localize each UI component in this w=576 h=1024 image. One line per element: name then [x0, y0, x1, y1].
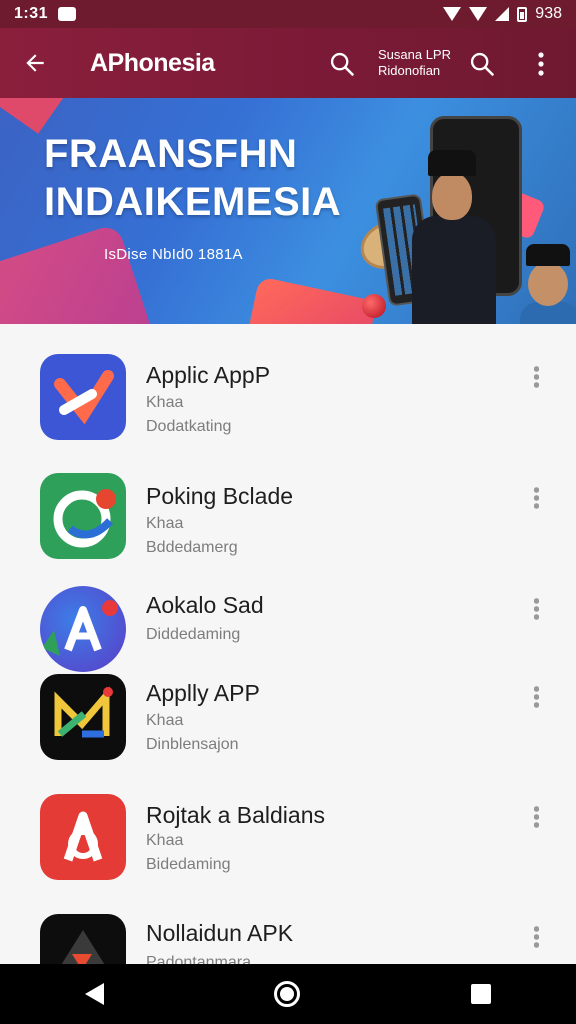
navigation-bar [0, 964, 576, 1024]
app-icon-green-swirl [40, 473, 126, 559]
app-bar-subtitle: Susana LPR Ridonofian [378, 47, 458, 79]
search-button-2[interactable] [466, 48, 498, 80]
list-item[interactable]: Rojtak a Baldians Khaa Bidedaming [0, 794, 576, 914]
app-icon-black-triangle [40, 914, 126, 964]
banner-title: FRAANSFHN INDAIKEMESIA [44, 130, 344, 226]
search-icon [330, 52, 354, 76]
app-detail: Diddedaming [146, 626, 241, 643]
app-detail: Dodatkating [146, 418, 232, 435]
more-vert-icon[interactable] [524, 594, 548, 624]
app-name: Applic AppP [146, 362, 271, 388]
app-category: Khaa [146, 712, 184, 729]
status-time: 1:31 [14, 5, 49, 22]
list-item[interactable]: Poking Bclade Khaa Bddedamerg [0, 464, 576, 584]
banner-subtitle: IsDise NbId0 1881A [104, 246, 243, 263]
app-name: Rojtak a Baldians [146, 802, 325, 828]
battery-icon [517, 6, 528, 22]
wifi-icon-2 [469, 7, 488, 21]
subtitle-line-1: Susana LPR [378, 47, 451, 62]
more-vert-icon[interactable] [524, 922, 548, 952]
message-icon [58, 7, 77, 21]
app-category: Khaa [146, 394, 184, 411]
more-vert-icon[interactable] [524, 483, 548, 513]
app-title: APhonesia [90, 48, 215, 77]
more-vert-icon [538, 52, 544, 76]
app-bar: APhonesia Susana LPR Ridonofian [0, 28, 576, 98]
app-detail: Bddedamerg [146, 539, 238, 556]
app-detail: Dinblensajon [146, 736, 239, 753]
more-options-button[interactable] [526, 46, 556, 82]
nav-home-icon[interactable] [274, 981, 301, 1007]
promo-banner[interactable]: FRAANSFHN INDAIKEMESIA IsDise NbId0 1881… [0, 98, 576, 324]
banner-decoration [0, 98, 73, 134]
signal-icon [495, 7, 510, 21]
banner-person-illustration [520, 244, 576, 324]
search-button[interactable] [326, 48, 358, 80]
app-icon-blue-x [40, 354, 126, 440]
app-category: Khaa [146, 515, 184, 532]
list-item[interactable]: Nollaidun APK Padontanmara [0, 914, 576, 964]
status-bar: 1:31 938 [0, 0, 576, 28]
back-button[interactable] [0, 28, 70, 98]
more-vert-icon[interactable] [524, 802, 548, 832]
banner-person-illustration [412, 144, 496, 324]
status-icons: 938 [443, 5, 562, 23]
app-category: Khaa [146, 832, 184, 849]
app-name: Applly APP [146, 680, 260, 706]
nav-recents-icon[interactable] [470, 984, 491, 1004]
battery-level: 938 [535, 5, 562, 22]
app-name: Poking Bclade [146, 483, 294, 509]
app-detail: Bidedaming [146, 856, 231, 873]
banner-decoration [242, 276, 378, 324]
banner-title-line-2: INDAIKEMESIA [44, 180, 342, 224]
app-detail: Padontanmara [146, 954, 251, 964]
list-item[interactable]: Applic AppP Khaa Dodatkating [0, 344, 576, 464]
more-vert-icon[interactable] [524, 362, 548, 392]
banner-decoration [0, 223, 155, 324]
search-icon [470, 52, 494, 76]
app-name: Aokalo Sad [146, 592, 264, 618]
app-list: Applic AppP Khaa Dodatkating Poking Bcla… [0, 324, 576, 964]
more-vert-icon[interactable] [524, 682, 548, 712]
nav-back-icon[interactable] [85, 983, 105, 1005]
app-name: Nollaidun APK [146, 920, 294, 946]
banner-title-line-1: FRAANSFHN [44, 132, 298, 176]
list-item[interactable]: Applly APP Khaa Dinblensajon [0, 674, 576, 794]
subtitle-line-2: Ridonofian [378, 63, 441, 78]
app-icon-red-a [40, 794, 126, 880]
arrow-left-icon [26, 54, 44, 72]
banner-ball-illustration [362, 294, 386, 318]
app-icon-black-m [40, 674, 126, 760]
wifi-icon [443, 7, 462, 21]
app-icon-blue-a [40, 586, 126, 672]
